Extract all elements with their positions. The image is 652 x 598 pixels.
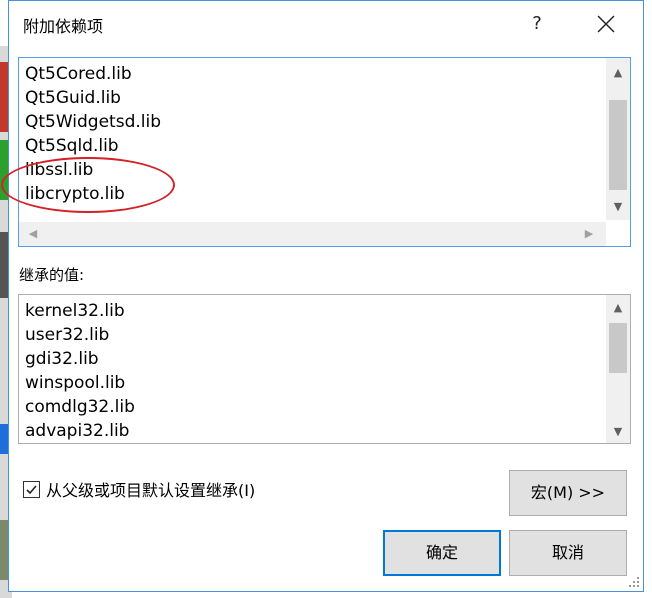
vertical-scrollbar[interactable]: ▲ ▼ [606,58,630,220]
checkmark-icon [26,484,37,494]
close-icon [597,15,615,33]
scroll-down-icon[interactable]: ▼ [606,198,630,216]
resize-grip-icon[interactable] [628,576,640,588]
list-item: comdlg32.lib [25,397,135,417]
scroll-right-icon[interactable]: ▶ [579,222,599,246]
list-item: winspool.lib [25,373,126,393]
scroll-thumb[interactable] [609,323,627,373]
list-item: user32.lib [25,325,110,345]
inherit-checkbox-row[interactable]: 从父级或项目默认设置继承(I) [23,477,255,501]
additional-dependencies-dialog: 附加依赖项 ? Qt5Cored.lib Qt5Guid.lib Qt5Widg… [1,0,644,592]
macro-button[interactable]: 宏(M) >> [509,470,627,516]
horizontal-scrollbar[interactable]: ◀ ▶ [19,222,606,246]
scroll-down-icon[interactable]: ▼ [606,423,630,441]
inherited-values-label: 继承的值: [19,266,85,284]
list-item: Qt5Sqld.lib [25,136,119,156]
help-button[interactable]: ? [515,9,559,39]
inherited-values-textbox[interactable]: kernel32.lib user32.lib gdi32.lib winspo… [18,294,631,444]
list-item: kernel32.lib [25,301,125,321]
title-bar: 附加依赖项 ? [9,1,643,45]
inherit-checkbox[interactable] [23,480,40,498]
inherit-checkbox-label: 从父级或项目默认设置继承(I) [46,481,256,500]
list-item: gdi32.lib [25,349,99,369]
highlight-ellipse [1,157,175,213]
ok-button[interactable]: 确定 [383,530,501,576]
cancel-button[interactable]: 取消 [509,530,627,576]
vertical-scrollbar[interactable]: ▲ ▼ [606,295,630,443]
scroll-up-icon[interactable]: ▲ [606,299,630,317]
scroll-thumb[interactable] [609,100,627,190]
dialog-title: 附加依赖项 [23,17,104,36]
scroll-left-icon[interactable]: ◀ [23,222,43,246]
scroll-up-icon[interactable]: ▲ [606,64,630,82]
inherited-list: kernel32.lib user32.lib gdi32.lib winspo… [25,299,135,443]
list-item: Qt5Cored.lib [25,64,132,84]
list-item: advapi32.lib [25,421,130,441]
close-button[interactable] [581,9,631,39]
list-item: Qt5Widgetsd.lib [25,112,162,132]
additional-dependencies-textbox[interactable]: Qt5Cored.lib Qt5Guid.lib Qt5Widgetsd.lib… [18,57,631,247]
list-item: Qt5Guid.lib [25,88,121,108]
